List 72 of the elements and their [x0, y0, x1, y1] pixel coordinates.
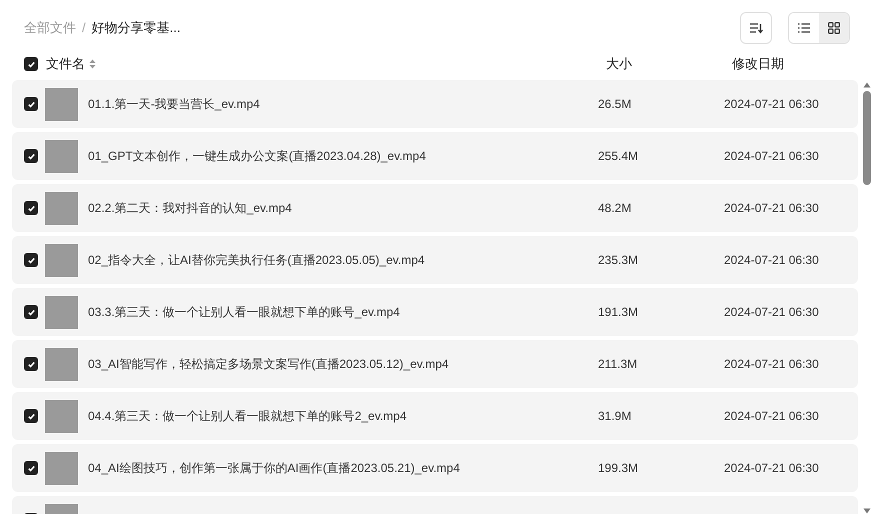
checkbox[interactable] — [24, 461, 38, 475]
checkbox[interactable] — [24, 57, 38, 71]
file-name[interactable]: 03.3.第三天：做一个让别人看一眼就想下单的账号_ev.mp4 — [88, 303, 598, 321]
check-icon — [26, 360, 36, 368]
column-header[interactable]: 修改日期 — [732, 54, 784, 74]
file-size: 31.9M — [598, 408, 632, 425]
grid-icon — [828, 22, 840, 34]
checkbox[interactable] — [24, 97, 38, 111]
file-size: 26.5M — [598, 96, 632, 113]
file-row[interactable]: 01_GPT文本创作，一键生成办公文案(直播2023.04.28)_ev.mp4 255.4M 2024-07-21 06:30 — [12, 132, 858, 180]
sort-icon — [749, 22, 763, 34]
file-name[interactable]: 01.1.第一天-我要当营长_ev.mp4 — [88, 95, 598, 113]
file-size: 255.4M — [598, 148, 640, 165]
modified-date: 2024-07-21 06:30 — [724, 356, 819, 373]
photo-placeholder — [45, 192, 78, 224]
checkbox[interactable] — [24, 305, 38, 319]
photo-placeholder — [45, 452, 78, 484]
checkbox[interactable] — [24, 149, 38, 163]
check-icon — [26, 100, 36, 108]
file-name[interactable]: 03_AI智能写作，轻松搞定多场景文案写作(直播2023.05.12)_ev.mp4 — [88, 355, 598, 373]
file-size: 48.2M — [598, 200, 632, 217]
checkbox[interactable] — [24, 253, 38, 267]
photo-placeholder — [45, 296, 78, 328]
check-icon — [26, 204, 36, 212]
scrollbar-thumb[interactable] — [863, 91, 871, 185]
photo-placeholder — [45, 140, 78, 172]
list-icon — [798, 23, 810, 33]
column-header[interactable]: 大小 — [606, 54, 732, 74]
sort-arrows-icon[interactable] — [89, 59, 96, 69]
breadcrumb-current[interactable]: 好物分享零基... — [92, 18, 180, 38]
file-row[interactable]: 04.4.第三天：做一个让别人看一眼就想下单的账号2_ev.mp4 31.9M 2024-07-21 06:30 — [12, 392, 858, 440]
file-name[interactable]: 02_指令大全，让AI替你完美执行任务(直播2023.05.05)_ev.mp4 — [88, 251, 598, 269]
scroll-up-icon[interactable] — [863, 82, 871, 88]
modified-date: 2024-07-21 06:30 — [724, 460, 819, 477]
file-row[interactable]: 03.3.第三天：做一个让别人看一眼就想下单的账号_ev.mp4 191.3M 2024-07-21 06:30 — [12, 288, 858, 336]
check-icon — [26, 60, 36, 68]
photo-placeholder — [45, 244, 78, 276]
file-row[interactable]: 03_AI智能写作，轻松搞定多场景文案写作(直播2023.05.12)_ev.mp4 211.3M 2024-07-21 06:30 — [12, 340, 858, 388]
photo-placeholder — [45, 348, 78, 380]
file-row[interactable]: 02.2.第二天：我对抖音的认知_ev.mp4 48.2M 2024-07-21 06:30 — [12, 184, 858, 232]
file-size: 199.3M — [598, 460, 640, 477]
modified-date: 2024-07-21 06:30 — [724, 408, 819, 425]
file-name[interactable]: 02.2.第二天：我对抖音的认知_ev.mp4 — [88, 199, 598, 217]
check-icon — [26, 308, 36, 316]
modified-date: 2024-07-21 06:30 — [724, 148, 819, 165]
photo-placeholder — [45, 88, 78, 120]
sort-button[interactable] — [740, 12, 772, 44]
grid-view-button[interactable] — [819, 13, 849, 43]
photo-placeholder — [45, 400, 78, 432]
breadcrumb-separator: / — [82, 19, 86, 38]
checkbox[interactable] — [24, 357, 38, 371]
modified-date: 2024-07-21 06:30 — [724, 200, 819, 217]
scroll-down-icon[interactable] — [863, 508, 871, 514]
file-row[interactable]: 04_AI绘图技巧，创作第一张属于你的AI画作(直播2023.05.21)_ev.mp4 199.3M 2024-07-21 06:30 — [12, 444, 858, 492]
check-icon — [26, 412, 36, 420]
modified-date: 2024-07-21 06:30 — [724, 252, 819, 269]
file-size: 235.3M — [598, 252, 640, 269]
file-row[interactable]: 02_指令大全，让AI替你完美执行任务(直播2023.05.05)_ev.mp4 235.3M 2024-07-21 06:30 — [12, 236, 858, 284]
check-icon — [26, 152, 36, 160]
modified-date: 2024-07-21 06:30 — [724, 304, 819, 321]
column-header[interactable]: 文件名 — [46, 54, 85, 74]
file-name[interactable]: 01_GPT文本创作，一键生成办公文案(直播2023.04.28)_ev.mp4 — [88, 147, 598, 165]
file-name[interactable]: 04_AI绘图技巧，创作第一张属于你的AI画作(直播2023.05.21)_ev.mp4 — [88, 459, 598, 477]
file-row[interactable]: 01.1.第一天-我要当营长_ev.mp4 26.5M 2024-07-21 06:30 — [12, 80, 858, 128]
modified-date: 2024-07-21 06:30 — [724, 96, 819, 113]
file-size: 211.3M — [598, 356, 638, 373]
file-size: 191.3M — [598, 304, 640, 321]
check-icon — [26, 464, 36, 472]
checkbox[interactable] — [24, 409, 38, 423]
checkbox[interactable] — [24, 201, 38, 215]
check-icon — [26, 256, 36, 264]
file-name[interactable]: 04.4.第三天：做一个让别人看一眼就想下单的账号2_ev.mp4 — [88, 407, 598, 425]
